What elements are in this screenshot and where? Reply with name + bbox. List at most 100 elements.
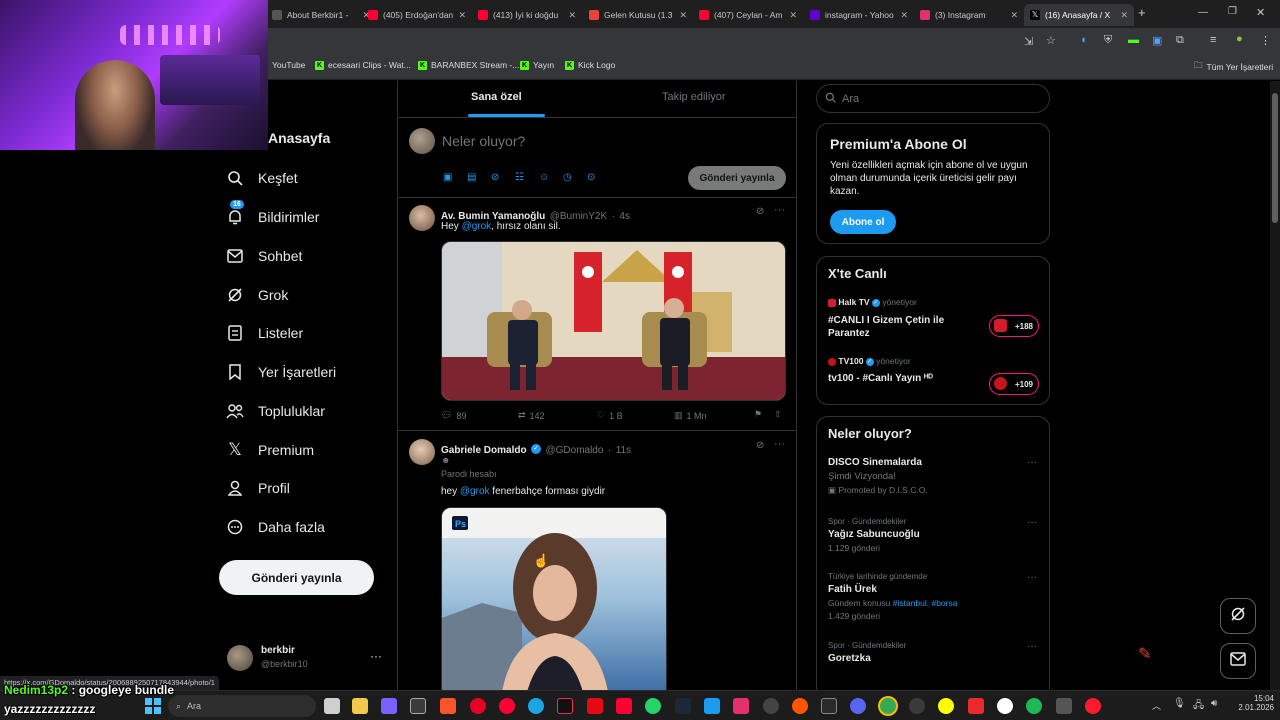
more-icon[interactable]: ··· [1027, 641, 1037, 652]
file-explorer-icon[interactable] [352, 698, 368, 714]
extension-icon[interactable]: ◖ [1080, 34, 1087, 46]
views-button[interactable]: ▥ 1 Mn [674, 410, 707, 421]
like-button[interactable]: ♡ 1 B [597, 410, 623, 421]
nav-grok[interactable]: Grok [226, 280, 288, 310]
extension-icon[interactable]: ▣ [1152, 34, 1162, 47]
trend-item[interactable]: Türkiye tarihinde gündemde Fatih Ürek Gü… [828, 572, 1043, 621]
pinterest-icon[interactable] [470, 698, 486, 714]
composer-post-button[interactable]: Gönderi yayınla [688, 166, 786, 190]
browser-tab[interactable]: About Berkbir1 - ✕ [266, 4, 376, 26]
browser-tab-active[interactable]: 𝕏 (16) Anasayfa / X ✕ [1024, 4, 1134, 26]
spotify-icon[interactable] [1026, 698, 1042, 714]
youtube-icon[interactable] [499, 698, 515, 714]
more-icon[interactable]: ··· [1027, 572, 1037, 583]
app-icon[interactable] [1056, 698, 1072, 714]
post-button[interactable]: Gönderi yayınla [219, 560, 374, 595]
close-icon[interactable]: ✕ [900, 10, 908, 21]
nav-profile[interactable]: Profil [226, 473, 290, 503]
tweet-time[interactable]: 11s [616, 445, 631, 456]
gif-icon[interactable]: ▤ [467, 172, 476, 183]
share-button[interactable]: ⇧ [774, 409, 782, 420]
nav-home-label[interactable]: Anasayfa [268, 130, 330, 146]
puzzle-icon[interactable]: ⧉ [1176, 34, 1184, 47]
pen-extension-icon[interactable]: ✎ [1138, 644, 1151, 664]
epic-games-icon[interactable] [821, 698, 837, 714]
browser-tab[interactable]: Gelen Kutusu (1.3 ✕ [583, 4, 693, 26]
tweet-author-name[interactable]: Gabriele Domaldo [441, 445, 527, 456]
live-stream-title[interactable]: tv100 - #Canlı Yayın ᴴᴰ [828, 373, 978, 384]
avatar[interactable] [409, 439, 435, 465]
whatsapp-icon[interactable] [645, 698, 661, 714]
page-scrollbar[interactable] [1270, 81, 1280, 690]
reply-button[interactable]: 💬︎ 89 [441, 410, 466, 421]
close-icon[interactable]: ✕ [458, 10, 466, 21]
bookmark-item[interactable]: K BARANBEX Stream -... [418, 60, 519, 70]
avatar[interactable]: ● [1236, 33, 1243, 45]
scrollbar-thumb[interactable] [1272, 93, 1278, 223]
avatar[interactable] [227, 645, 253, 671]
nav-more[interactable]: Daha fazla [226, 512, 325, 542]
account-menu-icon[interactable]: ··· [370, 649, 382, 663]
nav-communities[interactable]: Topluluklar [226, 396, 325, 426]
close-icon[interactable]: ✕ [789, 10, 797, 21]
tab-for-you[interactable]: Sana özel [471, 91, 522, 103]
close-icon[interactable]: ✕ [679, 10, 687, 21]
trend-item[interactable]: Spor · Gündemdekiler Goretzka ··· [828, 641, 1043, 664]
emoji-icon[interactable]: ☺ [539, 172, 549, 183]
media-icon[interactable]: ≡ [1210, 34, 1216, 46]
task-view-icon[interactable] [324, 698, 340, 714]
microphone-icon[interactable]: 🎙︎ [1173, 698, 1186, 709]
snapchat-icon[interactable] [938, 698, 954, 714]
shield-icon[interactable]: ⛨ [1104, 34, 1112, 47]
restore-icon[interactable]: ❐ [1228, 6, 1237, 17]
browser-tab[interactable]: (407) Ceylan - Am ✕ [693, 4, 803, 26]
more-icon[interactable]: ··· [1027, 517, 1037, 528]
avatar[interactable] [409, 205, 435, 231]
bookmark-item[interactable]: Kecesaari Clips - Wat... [315, 60, 411, 70]
taskbar-search[interactable]: ⌕ Ara [168, 695, 316, 717]
hashtag-link[interactable]: #istanbul, #borsa [893, 598, 958, 608]
repost-button[interactable]: ⇄ 142 [518, 410, 545, 421]
close-icon[interactable]: ✕ [1010, 10, 1018, 21]
mention-link[interactable]: @grok [460, 486, 490, 497]
browser-tab[interactable]: (405) Erdoğan'dan ✕ [362, 4, 472, 26]
edge-icon[interactable] [528, 698, 544, 714]
close-icon[interactable]: ✕ [1120, 10, 1128, 21]
star-icon[interactable]: ☆ [1046, 34, 1056, 47]
live-host[interactable]: TV100 ✓ yönetiyor [828, 356, 911, 366]
tweet-time[interactable]: 4s [619, 211, 630, 222]
trend-item[interactable]: Spor · Gündemdekiler Yağız Sabuncuoğlu 1… [828, 517, 1043, 553]
live-stream-title[interactable]: #CANLI I Gizem Çetin ile Parantez [828, 314, 978, 340]
bookmark-item[interactable]: YouTube [272, 60, 305, 70]
messages-float-button[interactable] [1220, 643, 1256, 679]
nav-premium[interactable]: 𝕏 Premium [226, 435, 314, 465]
poll-icon[interactable]: ☷ [515, 172, 524, 183]
bookmark-button[interactable]: ⚑ [754, 409, 762, 420]
extension-icon[interactable]: ▬ [1128, 34, 1139, 46]
nav-bookmarks[interactable]: Yer İşaretleri [226, 357, 336, 387]
netflix-icon[interactable] [587, 698, 603, 714]
chrome-icon[interactable] [880, 698, 896, 714]
menu-icon[interactable]: ⋮ [1260, 34, 1271, 47]
browser-tab[interactable]: instagram - Yahoo ✕ [804, 4, 914, 26]
app-icon[interactable] [381, 698, 397, 714]
live-listeners-pill[interactable]: +109 [989, 373, 1039, 395]
grok-float-button[interactable] [1220, 598, 1256, 634]
schedule-icon[interactable]: ◷ [563, 172, 572, 183]
trend-item[interactable]: DISCO Sinemalarda Şimdi Vizyonda! ▣ Prom… [828, 457, 1043, 496]
app-icon[interactable] [909, 698, 925, 714]
image-icon[interactable]: ▣ [443, 172, 452, 183]
install-app-icon[interactable]: ⇲ [1024, 35, 1033, 48]
soundcloud-icon[interactable] [792, 698, 808, 714]
opera-icon[interactable] [1085, 698, 1101, 714]
tab-following[interactable]: Takip ediliyor [662, 91, 726, 103]
grok-icon[interactable]: ⊘ [756, 206, 764, 217]
chevron-up-icon[interactable]: ︿ [1152, 699, 1161, 712]
bookmark-item[interactable]: K Yayın [520, 60, 554, 70]
yandex-icon[interactable] [997, 698, 1013, 714]
volume-icon[interactable]: 🔊︎ [1211, 698, 1217, 709]
brave-icon[interactable] [440, 698, 456, 714]
grok-icon[interactable]: ⊘ [756, 440, 764, 451]
all-bookmarks[interactable]: 🗀 Tüm Yer İşaretleri [1194, 60, 1273, 74]
subscribe-button[interactable]: Abone ol [830, 210, 896, 234]
